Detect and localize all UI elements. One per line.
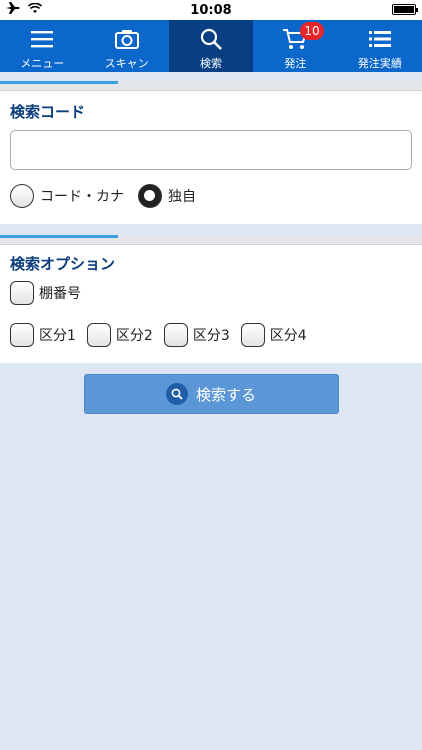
menu-icon <box>31 27 54 51</box>
checkbox-category-2[interactable]: 区分2 <box>86 323 153 347</box>
checkbox-category-3[interactable]: 区分3 <box>163 323 230 347</box>
checkbox-label: 区分3 <box>192 328 230 344</box>
checkbox[interactable] <box>10 323 34 347</box>
camera-icon <box>114 27 139 51</box>
tab-scan[interactable]: スキャン <box>84 20 168 72</box>
search-button-label: 検索する <box>195 385 256 404</box>
shelf-row: 棚番号 <box>0 274 422 305</box>
tab-label-scan: スキャン <box>104 57 149 70</box>
panel-header-bar <box>0 235 422 245</box>
tab-label-search: 検索 <box>200 57 223 70</box>
tab-order-history[interactable]: 発注実績 <box>338 20 422 72</box>
radio-code-kana[interactable]: コード・カナ <box>10 184 124 208</box>
order-count-badge: 10 <box>300 22 324 40</box>
tab-label-order-history: 発注実績 <box>357 57 402 70</box>
search-button[interactable]: 検索する <box>83 374 339 414</box>
code-type-radio-group: コード・カナ 独自 <box>0 170 422 224</box>
radio-button-selected[interactable] <box>138 184 162 208</box>
radio-label: 独自 <box>168 189 196 205</box>
status-time: 10:08 <box>190 3 232 18</box>
category-row: 区分1 区分2 区分3 区分4 <box>0 305 422 347</box>
checkbox[interactable] <box>10 281 34 305</box>
search-options-panel: 検索オプション 棚番号 区分1 区分2 区分3 区分4 <box>0 235 422 363</box>
checkbox[interactable] <box>240 323 265 347</box>
checkbox[interactable] <box>86 323 111 347</box>
tab-menu[interactable]: メニュー <box>0 20 84 72</box>
checkbox-category-4[interactable]: 区分4 <box>240 323 307 347</box>
search-code-panel: 検索コード コード・カナ 独自 <box>0 81 422 224</box>
radio-button[interactable] <box>10 184 34 208</box>
tab-bar: メニュー スキャン 検索 10 発注 発注実績 <box>0 20 422 72</box>
tab-order[interactable]: 10 発注 <box>253 20 337 72</box>
tab-label-menu: メニュー <box>20 57 65 70</box>
spacer <box>0 224 422 235</box>
battery-icon <box>392 4 418 15</box>
radio-label: コード・カナ <box>40 189 124 205</box>
checkbox-shelf-number[interactable]: 棚番号 <box>10 281 81 305</box>
checkbox-label: 区分1 <box>39 328 76 344</box>
search-options-title: 検索オプション <box>10 255 116 273</box>
search-icon <box>200 27 222 51</box>
search-code-input[interactable] <box>10 130 412 170</box>
tab-label-order: 発注 <box>284 57 307 70</box>
status-bar: 10:08 <box>0 0 422 20</box>
checkbox-label: 棚番号 <box>39 286 81 302</box>
checkbox-category-1[interactable]: 区分1 <box>10 323 76 347</box>
spacer <box>0 72 422 81</box>
checkbox-label: 区分4 <box>269 328 307 344</box>
panel-header-bar <box>0 81 422 91</box>
search-code-title: 検索コード <box>10 103 86 121</box>
list-icon <box>368 27 391 51</box>
checkbox-label: 区分2 <box>115 328 153 344</box>
checkbox[interactable] <box>163 323 188 347</box>
tab-search[interactable]: 検索 <box>168 20 254 72</box>
radio-custom[interactable]: 独自 <box>138 184 196 208</box>
search-icon <box>165 383 188 405</box>
